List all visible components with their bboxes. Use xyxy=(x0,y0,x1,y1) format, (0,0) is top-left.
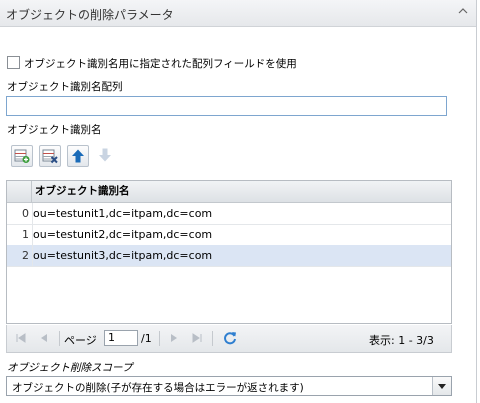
next-page-icon[interactable] xyxy=(168,332,180,344)
dn-section-label: オブジェクト識別名 xyxy=(7,124,102,136)
add-row-button[interactable] xyxy=(11,145,33,167)
add-row-icon xyxy=(14,149,30,163)
total-pages: /1 xyxy=(141,332,152,345)
last-page-icon[interactable] xyxy=(191,332,203,344)
dn-cell[interactable]: ou=testunit3,dc=itpam,dc=com xyxy=(32,245,212,266)
table-row[interactable]: 2 ou=testunit3,dc=itpam,dc=com xyxy=(7,245,451,267)
dn-grid: オブジェクト識別名 0 ou=testunit1,dc=itpam,dc=com… xyxy=(6,180,452,324)
grid-header: オブジェクト識別名 xyxy=(7,181,451,203)
move-up-button[interactable] xyxy=(67,145,89,167)
first-page-icon[interactable] xyxy=(15,332,27,344)
collapse-icon[interactable] xyxy=(458,6,468,16)
dropdown-button[interactable] xyxy=(432,377,451,395)
array-field-label: オブジェクト識別名配列 xyxy=(7,81,123,93)
scope-select[interactable]: オブジェクトの削除(子が存在する場合はエラーが返されます) xyxy=(6,376,452,396)
pager-separator xyxy=(212,331,213,346)
panel-header: オブジェクトの削除パラメータ xyxy=(0,0,476,27)
panel-title: オブジェクトの削除パラメータ xyxy=(6,8,174,22)
dn-cell[interactable]: ou=testunit2,dc=itpam,dc=com xyxy=(32,224,212,245)
use-array-field-label: オブジェクト識別名用に指定された配列フィールドを使用 xyxy=(24,58,297,70)
page-number-input[interactable]: 1 xyxy=(104,330,138,346)
array-field-input[interactable] xyxy=(6,96,447,116)
move-up-icon xyxy=(72,149,84,163)
scope-selected-value: オブジェクトの削除(子が存在する場合はエラーが返されます) xyxy=(12,382,304,394)
use-array-field-checkbox[interactable] xyxy=(7,56,20,69)
delete-row-icon xyxy=(42,149,58,164)
table-row[interactable]: 1 ou=testunit2,dc=itpam,dc=com xyxy=(7,224,451,246)
dn-column-header[interactable]: オブジェクト識別名 xyxy=(31,181,130,202)
pager-separator xyxy=(59,331,60,346)
move-down-button[interactable] xyxy=(95,145,117,167)
page-label: ページ xyxy=(64,334,97,347)
delete-object-parameters-panel: オブジェクトの削除パラメータ オブジェクト識別名用に指定された配列フィールドを使… xyxy=(0,0,477,403)
table-row[interactable]: 0 ou=testunit1,dc=itpam,dc=com xyxy=(7,203,451,225)
delete-row-button[interactable] xyxy=(39,145,61,167)
display-count: 表示: 1 - 3/3 xyxy=(369,334,434,347)
dn-cell[interactable]: ou=testunit1,dc=itpam,dc=com xyxy=(32,203,212,224)
pager-separator xyxy=(159,331,160,346)
prev-page-icon[interactable] xyxy=(38,332,50,344)
chevron-down-icon xyxy=(438,384,446,389)
scope-label: オブジェクト削除スコープ xyxy=(7,362,133,374)
move-down-icon xyxy=(99,148,111,162)
refresh-icon[interactable] xyxy=(223,331,237,345)
row-index: 1 xyxy=(22,228,29,241)
row-index: 0 xyxy=(22,207,29,220)
grid-pager: ページ 1 /1 表示: 1 - 3/3 xyxy=(6,325,452,353)
row-index: 2 xyxy=(22,249,29,262)
